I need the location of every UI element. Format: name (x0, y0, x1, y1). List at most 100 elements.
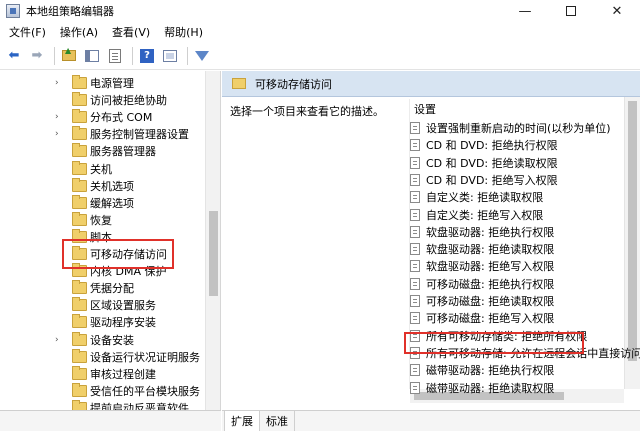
menu-file[interactable]: 文件(F) (2, 24, 53, 40)
policy-setting-icon (410, 173, 420, 186)
toolbar-separator (132, 46, 133, 65)
tree-item[interactable]: 服务器管理器 (0, 142, 210, 160)
tree-item-label: 受信任的平台模块服务 (90, 384, 200, 398)
content-pane: 可移动存储访问 选择一个项目来查看它的描述。 设置 设置强制重新启动的时间(以秒… (222, 71, 640, 410)
tree-item[interactable]: › 设备安装 (0, 331, 210, 349)
menu-action[interactable]: 操作(A) (53, 24, 105, 40)
settings-scroll-thumb[interactable] (628, 101, 637, 361)
setting-row[interactable]: CD 和 DVD: 拒绝读取权限 (410, 154, 558, 172)
folder-icon (72, 143, 87, 158)
expand-arrow-icon[interactable]: › (55, 129, 59, 139)
tree-item-label: 关机 (90, 162, 112, 176)
tree-item[interactable]: 关机选项 (0, 177, 210, 195)
toolbar-separator (187, 46, 188, 65)
content-title: 可移动存储访问 (255, 77, 332, 91)
tree-item[interactable]: 审核过程创建 (0, 365, 210, 383)
setting-row[interactable]: 软盘驱动器: 拒绝读取权限 (410, 240, 554, 258)
tree-footer (0, 410, 221, 431)
tree-item[interactable]: › 电源管理 (0, 74, 210, 92)
setting-row[interactable]: 自定义类: 拒绝写入权限 (410, 206, 543, 224)
tree-item[interactable]: 恢复 (0, 211, 210, 229)
tree-scrollbar[interactable] (205, 71, 220, 410)
content-header: 可移动存储访问 (222, 71, 640, 97)
tree-item[interactable]: 关机 (0, 160, 210, 178)
tree-item-label: 电源管理 (90, 77, 134, 90)
window-title: 本地组策略编辑器 (26, 5, 114, 18)
back-icon[interactable]: ⬅ (4, 46, 24, 66)
tree-item-label: 驱动程序安装 (90, 316, 156, 330)
help-icon[interactable]: ? (137, 46, 157, 66)
tree-item[interactable]: › 服务控制管理器设置 (0, 125, 210, 143)
setting-label: 可移动磁盘: 拒绝读取权限 (426, 295, 555, 308)
tree-item[interactable]: 凭据分配 (0, 279, 210, 297)
forward-icon[interactable]: ➡ (27, 46, 47, 66)
expand-arrow-icon[interactable]: › (55, 78, 59, 88)
setting-label: 可移动磁盘: 拒绝执行权限 (426, 277, 555, 291)
folder-icon (72, 126, 87, 141)
menu-help[interactable]: 帮助(H) (157, 24, 210, 40)
folder-icon (72, 160, 87, 175)
highlight-tree-selection (62, 239, 174, 269)
export-list-icon[interactable] (105, 46, 125, 66)
setting-row[interactable]: CD 和 DVD: 拒绝执行权限 (410, 136, 558, 154)
properties-icon[interactable] (160, 46, 180, 66)
folder-icon (72, 399, 87, 410)
tree-item[interactable]: 缓解选项 (0, 194, 210, 212)
setting-row[interactable]: 设置强制重新启动的时间(以秒为单位) (410, 119, 611, 137)
tree-item-label: 区域设置服务 (90, 299, 156, 313)
policy-setting-icon (410, 381, 420, 394)
setting-row[interactable]: 软盘驱动器: 拒绝写入权限 (410, 257, 554, 275)
menu-view[interactable]: 查看(V) (105, 24, 157, 40)
folder-icon (72, 92, 87, 107)
policy-setting-icon (410, 312, 420, 325)
setting-row[interactable]: 磁带驱动器: 拒绝执行权限 (410, 361, 554, 379)
tree-item[interactable]: 受信任的平台模块服务 (0, 382, 210, 400)
tab-standard[interactable]: 标准 (260, 411, 295, 431)
minimize-button[interactable]: — (502, 0, 548, 22)
folder-icon (72, 109, 87, 124)
settings-column-header[interactable]: 设置 (414, 101, 436, 117)
tree-scroll-thumb[interactable] (209, 211, 218, 296)
filter-icon[interactable] (192, 46, 212, 66)
folder-icon (72, 177, 87, 192)
setting-row[interactable]: 可移动磁盘: 拒绝写入权限 (410, 309, 554, 327)
app-icon (6, 4, 20, 18)
folder-icon (72, 348, 87, 363)
policy-setting-icon (410, 260, 420, 273)
policy-setting-icon (410, 208, 420, 221)
setting-label: CD 和 DVD: 拒绝执行权限 (426, 139, 558, 153)
tree-item[interactable]: 驱动程序安装 (0, 313, 210, 331)
setting-label: 软盘驱动器: 拒绝写入权限 (426, 260, 555, 274)
menu-bar: 文件(F) 操作(A) 查看(V) 帮助(H) (0, 22, 640, 42)
setting-row[interactable]: 可移动磁盘: 拒绝读取权限 (410, 292, 554, 310)
tree-item[interactable]: 设备运行状况证明服务 (0, 348, 210, 366)
folder-up-icon[interactable] (59, 46, 79, 66)
setting-row[interactable]: 可移动磁盘: 拒绝执行权限 (410, 275, 554, 293)
folder-icon (72, 280, 87, 295)
policy-setting-icon (410, 364, 420, 377)
tree-item-label: 提前启动反恶意软件 (90, 401, 189, 410)
tree-item-label: 分布式 COM (90, 111, 153, 125)
tree-item[interactable]: 区域设置服务 (0, 296, 210, 314)
expand-arrow-icon[interactable]: › (55, 335, 59, 345)
close-button[interactable]: ✕ (594, 0, 640, 22)
tree-item[interactable]: 提前启动反恶意软件 (0, 399, 210, 410)
view-tabs: 扩展 标准 (222, 410, 640, 431)
show-hide-tree-icon[interactable] (82, 46, 102, 66)
setting-row[interactable]: 软盘驱动器: 拒绝执行权限 (410, 223, 554, 241)
tree-item[interactable]: › 分布式 COM (0, 108, 210, 126)
tab-extended[interactable]: 扩展 (224, 411, 260, 431)
setting-row[interactable]: 自定义类: 拒绝读取权限 (410, 188, 543, 206)
maximize-button[interactable] (548, 0, 594, 22)
tree-item-label: 设备运行状况证明服务 (90, 350, 200, 364)
expand-arrow-icon[interactable]: › (55, 112, 59, 122)
toolbar-separator (54, 46, 55, 65)
policy-setting-icon (410, 225, 420, 238)
setting-row[interactable]: 磁带驱动器: 拒绝读取权限 (410, 379, 554, 397)
setting-label: 软盘驱动器: 拒绝执行权限 (426, 225, 555, 239)
tree-item[interactable]: 访问被拒绝协助 (0, 91, 210, 109)
setting-row[interactable]: CD 和 DVD: 拒绝写入权限 (410, 171, 558, 189)
folder-icon (72, 211, 87, 226)
description-text: 选择一个项目来查看它的描述。 (230, 105, 384, 118)
tree-item-label: 审核过程创建 (90, 367, 156, 381)
